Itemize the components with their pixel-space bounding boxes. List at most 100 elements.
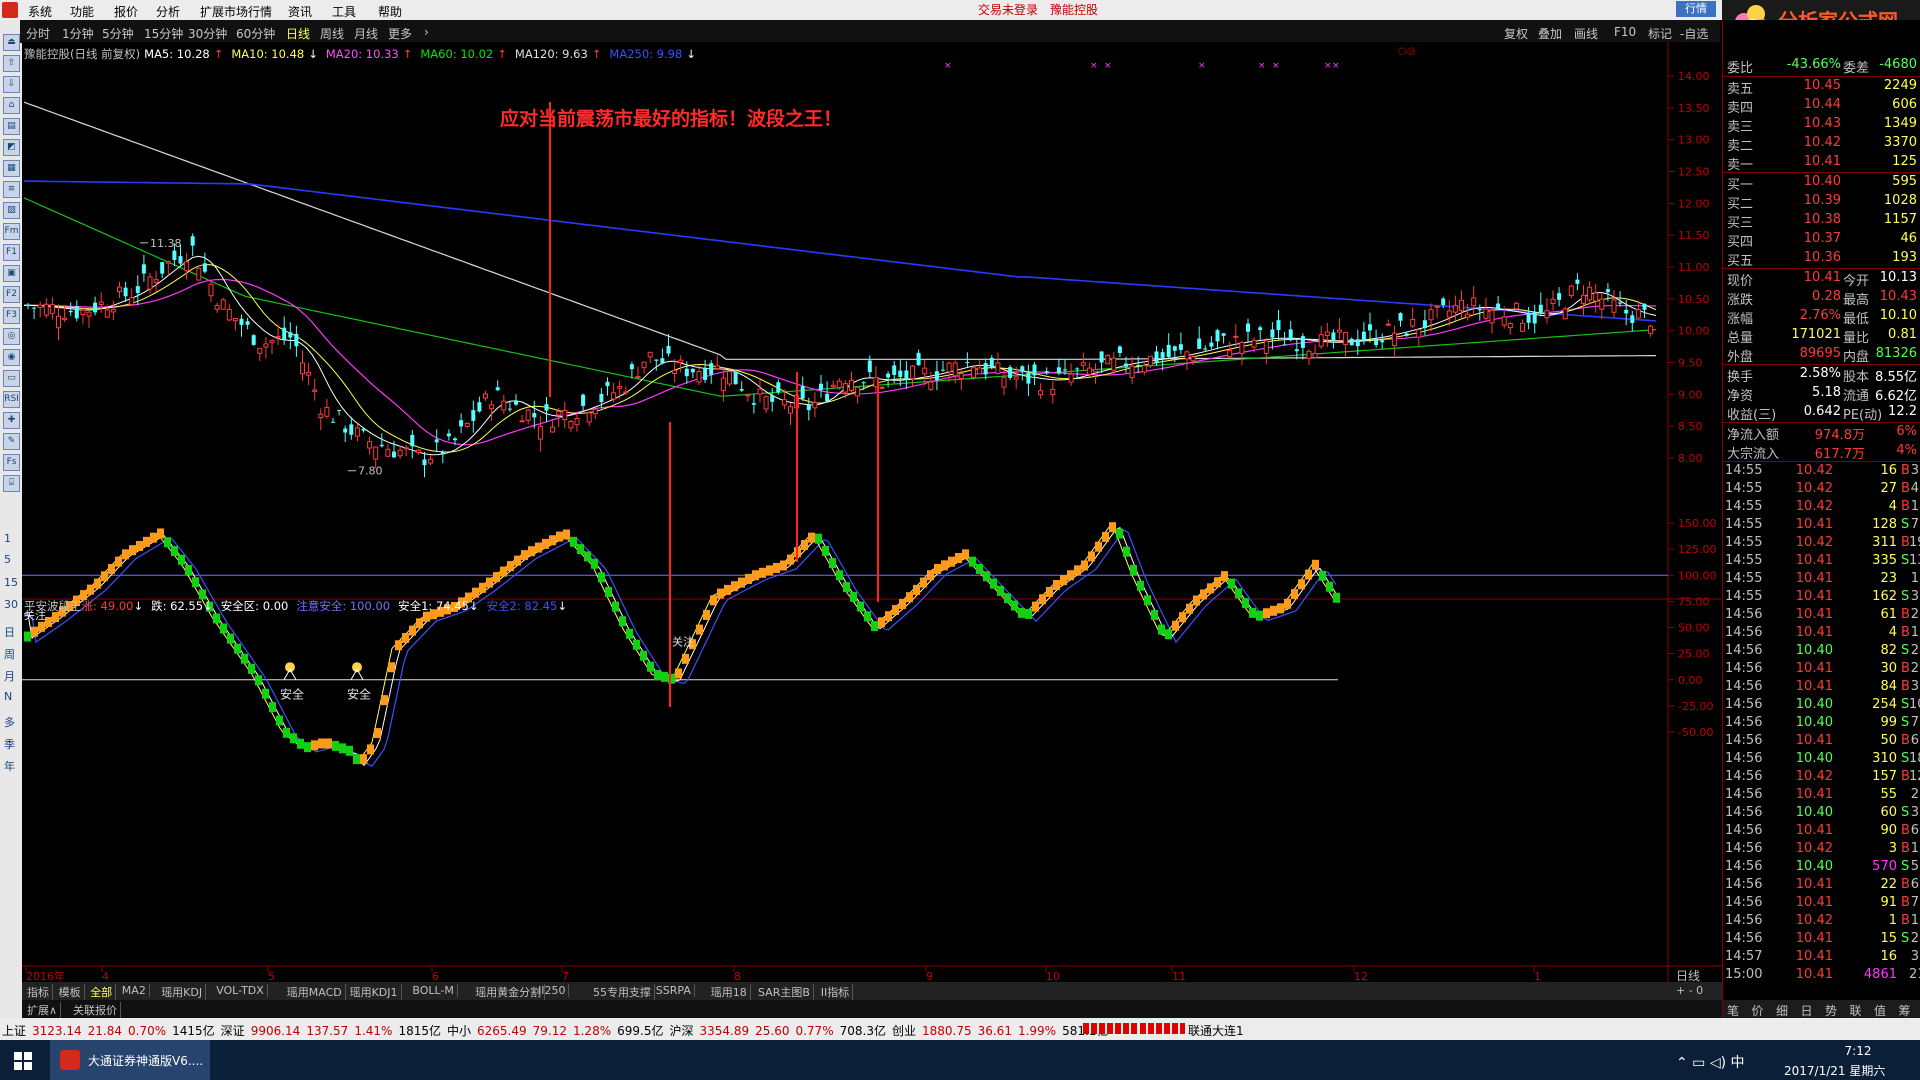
- toolbar-icon[interactable]: ▨: [3, 202, 20, 219]
- sell-level[interactable]: 卖二 10.42 3370: [1723, 134, 1919, 154]
- chart-area[interactable]: 11.387.80× × × × × × × × 安全 安全关注关注 14.0013.5013.…: [22, 42, 1722, 982]
- indicator-tab[interactable]: SSRPA: [653, 984, 695, 997]
- period-tab[interactable]: 分时: [26, 25, 50, 42]
- menu-item[interactable]: 系统: [28, 3, 52, 20]
- menu-item[interactable]: 分析: [156, 3, 180, 20]
- toolbar-period-label[interactable]: N: [4, 690, 12, 703]
- toolbar-right-item[interactable]: 复权: [1504, 25, 1528, 42]
- indicator-tab[interactable]: MA2: [119, 984, 150, 997]
- toolbar-right-item[interactable]: 标记: [1648, 25, 1672, 42]
- server-label[interactable]: 联通大连1: [1188, 1022, 1244, 1039]
- toolbar-period-label[interactable]: 季: [4, 736, 15, 752]
- indicator-tab[interactable]: SAR主图B: [755, 984, 814, 1000]
- toolbar-icon[interactable]: ◩: [3, 139, 20, 156]
- menu-item[interactable]: 资讯: [288, 3, 312, 20]
- period-tab[interactable]: 60分钟: [236, 25, 275, 42]
- toolbar-icon[interactable]: F3: [3, 307, 20, 324]
- toolbar-period-label[interactable]: 15: [4, 576, 18, 589]
- period-tab[interactable]: 5分钟: [102, 25, 134, 42]
- trade-status[interactable]: 交易未登录: [978, 1, 1038, 18]
- toolbar-icon[interactable]: ▭: [3, 370, 20, 387]
- menu-item[interactable]: 扩展市场行情: [200, 3, 272, 20]
- toolbar-icon[interactable]: ◎: [3, 328, 20, 345]
- sell-level[interactable]: 卖四 10.44 606: [1723, 96, 1919, 116]
- toolbar-icon[interactable]: ◉: [3, 349, 20, 366]
- chart-controls-icon[interactable]: ○◎: [1398, 46, 1415, 57]
- toolbar-period-label[interactable]: 月: [4, 668, 15, 684]
- toolbar-icon[interactable]: Fm: [3, 223, 20, 240]
- sell-level[interactable]: 卖三 10.43 1349: [1723, 115, 1919, 135]
- toolbar-period-label[interactable]: 5: [4, 553, 11, 566]
- indicator-tab[interactable]: II250: [535, 984, 570, 997]
- menu-item[interactable]: 报价: [114, 3, 138, 20]
- quote-tab[interactable]: 笔: [1727, 1002, 1739, 1019]
- clock-date[interactable]: 2017/1/21 星期六: [1784, 1062, 1885, 1079]
- period-tab[interactable]: 月线: [354, 25, 378, 42]
- quote-tab[interactable]: 价: [1752, 1002, 1764, 1019]
- toolbar-period-label[interactable]: 日: [4, 624, 15, 640]
- indicator-tab[interactable]: 全部: [87, 984, 117, 1000]
- toolbar-icon[interactable]: ⌂: [3, 97, 20, 114]
- indicator-tab[interactable]: 指标: [24, 984, 53, 1000]
- menu-item[interactable]: 功能: [70, 3, 94, 20]
- period-tab[interactable]: 15分钟: [144, 25, 183, 42]
- toolbar-icon[interactable]: ⇧: [3, 55, 20, 72]
- toolbar-icon[interactable]: RSI: [3, 391, 20, 408]
- toolbar-right-item[interactable]: F10: [1614, 25, 1636, 39]
- toolbar-icon[interactable]: ▣: [3, 265, 20, 282]
- toolbar-period-label[interactable]: 多: [4, 714, 15, 730]
- ime-indicator[interactable]: 中: [1731, 1055, 1745, 1071]
- period-tab[interactable]: 日线: [286, 25, 310, 42]
- toolbar-period-label[interactable]: 周: [4, 646, 15, 662]
- buy-level[interactable]: 买四 10.37 46: [1723, 230, 1919, 250]
- toolbar-right-item[interactable]: 叠加: [1538, 25, 1562, 42]
- toolbar-period-label[interactable]: 1: [4, 532, 11, 545]
- indicator-tab[interactable]: VOL-TDX: [213, 984, 268, 997]
- indicator-tab[interactable]: 瑶用KDJ: [158, 984, 207, 1000]
- zoom-controls-icon[interactable]: + - 0: [1676, 984, 1703, 997]
- toolbar-icon[interactable]: ⏏: [3, 34, 20, 51]
- toolbar-icon[interactable]: ✚: [3, 412, 20, 429]
- sell-level[interactable]: 卖五 10.45 2249: [1723, 77, 1919, 97]
- toolbar-period-label[interactable]: 30: [4, 598, 18, 611]
- toolbar-right-item[interactable]: -自选: [1680, 25, 1708, 42]
- quote-tab[interactable]: 值: [1874, 1002, 1886, 1019]
- period-tab[interactable]: 1分钟: [62, 25, 94, 42]
- period-tab[interactable]: 30分钟: [188, 25, 227, 42]
- tray-icons[interactable]: ⌃ ▭ ◁) 中: [1676, 1052, 1745, 1072]
- quote-tab[interactable]: 细: [1776, 1002, 1788, 1019]
- indicator-tab[interactable]: 瑶用KDJ1: [347, 984, 402, 1000]
- buy-level[interactable]: 买一 10.40 595: [1723, 173, 1919, 193]
- toolbar-icon[interactable]: ⌸: [3, 475, 20, 492]
- taskbar-app[interactable]: 大通证券神通版V6....: [50, 1040, 210, 1080]
- toolbar-icon[interactable]: F2: [3, 286, 20, 303]
- toolbar-right-item[interactable]: 画线: [1574, 25, 1598, 42]
- indicator-tab[interactable]: 55专用支撑: [590, 984, 655, 1000]
- toolbar-icon[interactable]: Fs: [3, 454, 20, 471]
- toolbar-icon[interactable]: ✎: [3, 433, 20, 450]
- chevron-right-icon[interactable]: ›: [424, 25, 429, 39]
- windows-start-icon[interactable]: [14, 1052, 32, 1070]
- quote-tab[interactable]: 联: [1850, 1002, 1862, 1019]
- buy-level[interactable]: 买三 10.38 1157: [1723, 211, 1919, 231]
- quote-tab[interactable]: 筹: [1899, 1002, 1911, 1019]
- sell-level[interactable]: 卖一 10.41 125: [1723, 153, 1919, 173]
- extension-tab[interactable]: 扩展∧: [24, 1002, 62, 1018]
- indicator-tab[interactable]: 瑶用MACD: [284, 984, 346, 1000]
- buy-level[interactable]: 买二 10.39 1028: [1723, 192, 1919, 212]
- toolbar-period-label[interactable]: 年: [4, 758, 15, 774]
- clock-time[interactable]: 7:12: [1818, 1044, 1898, 1058]
- quote-tab[interactable]: 势: [1825, 1002, 1837, 1019]
- menu-item[interactable]: 工具: [332, 3, 356, 20]
- quote-tab[interactable]: 日: [1801, 1002, 1813, 1019]
- toolbar-icon[interactable]: ▤: [3, 118, 20, 135]
- indicator-tab[interactable]: II指标: [818, 984, 854, 1000]
- quote-button[interactable]: 行情: [1676, 1, 1716, 17]
- period-tab[interactable]: 周线: [320, 25, 344, 42]
- indicator-tab[interactable]: BOLL-M: [409, 984, 458, 997]
- period-tab[interactable]: 更多: [388, 25, 412, 42]
- buy-level[interactable]: 买五 10.36 193: [1723, 249, 1919, 269]
- toolbar-icon[interactable]: F1: [3, 244, 20, 261]
- toolbar-icon[interactable]: ▦: [3, 160, 20, 177]
- toolbar-icon[interactable]: ⇩: [3, 76, 20, 93]
